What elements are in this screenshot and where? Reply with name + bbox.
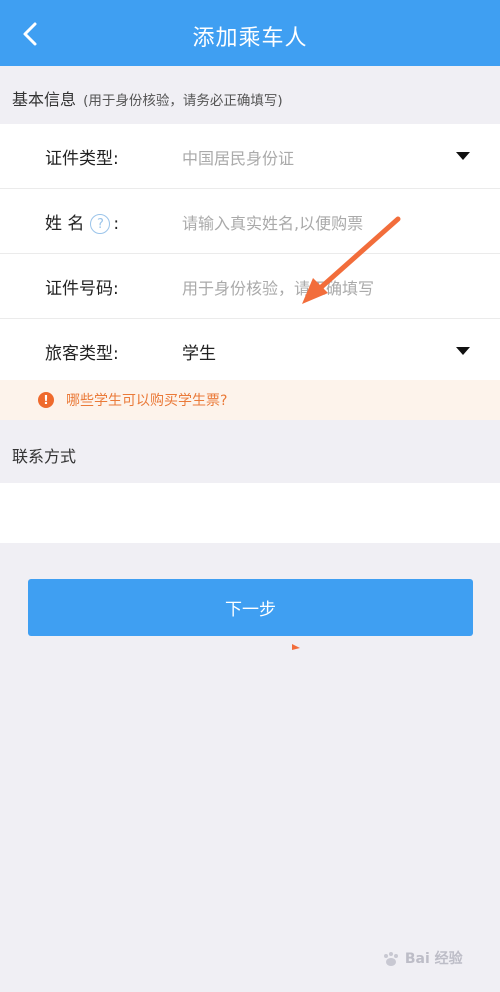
watermark: Bai 经验 (382, 948, 463, 968)
annotation-mark-small (292, 644, 300, 650)
name-label: 姓 名?: (45, 209, 119, 234)
id-number-label: 证件号码: (45, 279, 119, 299)
passenger-type-label: 旅客类型: (45, 344, 119, 364)
dropdown-caret-icon (456, 152, 470, 160)
contact-section-box (0, 483, 500, 543)
passenger-type-value: 学生 (182, 344, 216, 364)
contact-heading: 联系方式 (12, 447, 77, 466)
student-ticket-notice[interactable]: ! 哪些学生可以购买学生票? (0, 380, 500, 420)
dropdown-caret-icon (456, 347, 470, 355)
page-title: 添加乘车人 (192, 26, 308, 51)
app-header: 添加乘车人 (0, 0, 500, 66)
notice-link-text: 哪些学生可以购买学生票? (66, 393, 228, 409)
question-mark-icon[interactable]: ? (90, 214, 111, 234)
basic-info-hint: (用于身份核验，请务必正确填写) (83, 93, 283, 109)
exclamation-icon: ! (38, 392, 54, 408)
passenger-type-select[interactable]: 旅客类型: 学生 (0, 319, 500, 383)
name-placeholder: 请输入真实姓名,以便购票 (182, 214, 364, 233)
watermark-text: Bai 经验 (404, 951, 463, 967)
next-step-button[interactable]: 下一步 (28, 579, 473, 636)
basic-info-heading: 基本信息 (用于身份核验，请务必正确填写) (12, 86, 283, 110)
name-label-text: 姓 名 (45, 214, 85, 234)
id-type-label: 证件类型: (45, 149, 119, 169)
id-number-placeholder: 用于身份核验，请正确填写 (182, 279, 375, 298)
name-field[interactable]: 姓 名?: 请输入真实姓名,以便购票 (0, 189, 500, 254)
name-label-colon: : (113, 214, 120, 234)
id-type-select[interactable]: 证件类型: 中国居民身份证 (0, 124, 500, 189)
paw-logo-icon (384, 952, 398, 966)
id-number-field[interactable]: 证件号码: 用于身份核验，请正确填写 (0, 254, 500, 319)
basic-info-title: 基本信息 (12, 90, 77, 109)
passenger-form: 证件类型: 中国居民身份证 姓 名?: 请输入真实姓名,以便购票 证件号码: 用… (0, 124, 500, 383)
id-type-value: 中国居民身份证 (182, 149, 295, 168)
